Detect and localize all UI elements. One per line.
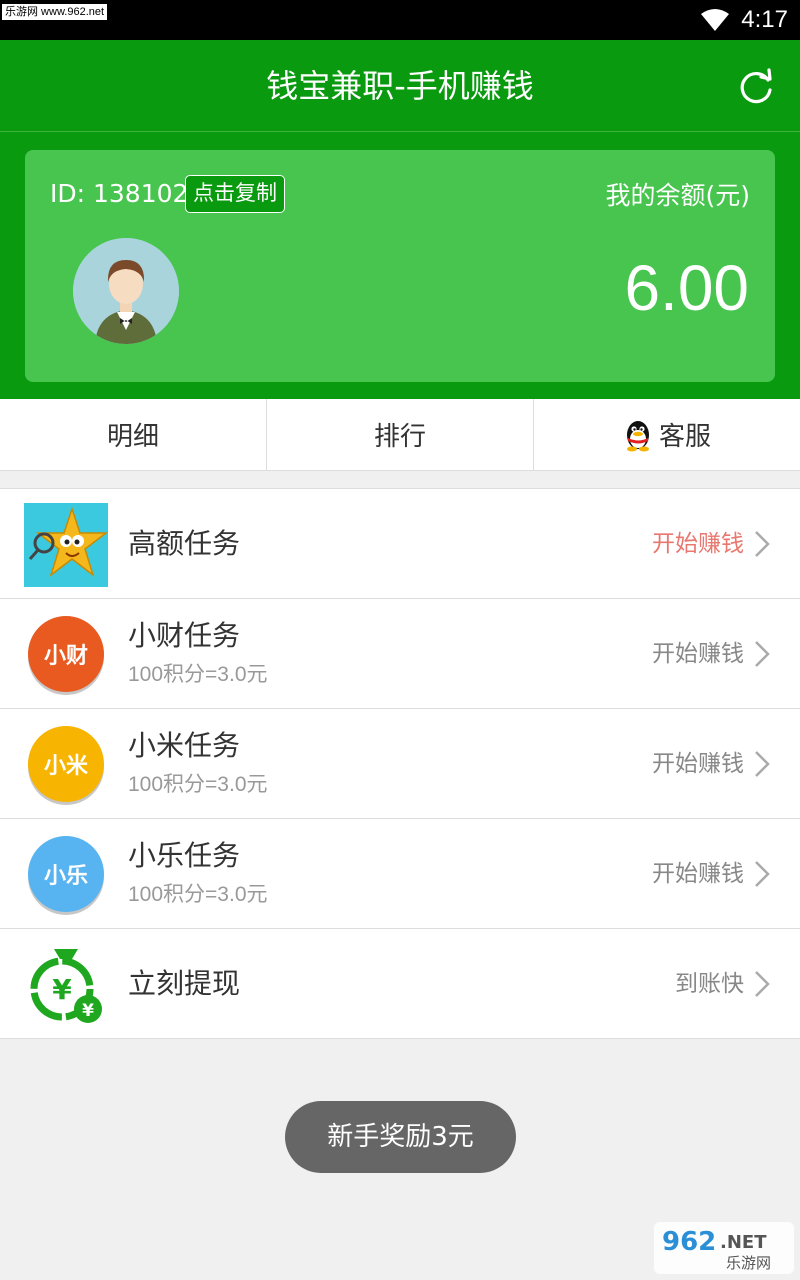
task-rate: 100积分=3.0元 [128, 773, 268, 796]
site-logo-watermark: 962 .NET 乐游网 [654, 1222, 794, 1274]
task-title: 高额任务 [128, 527, 241, 560]
svg-text:乐游网: 乐游网 [726, 1254, 771, 1272]
svg-text:小乐: 小乐 [44, 864, 88, 889]
task-title: 小乐任务 [128, 839, 241, 872]
tab-details[interactable]: 明细 [0, 399, 267, 470]
list-item-xiaocai-task[interactable]: 小财 小财任务 100积分=3.0元 开始赚钱 [0, 599, 800, 709]
account-header: ID: 138102 点击复制 我的余额(元) 6.00 [0, 132, 800, 399]
tab-ranking-label: 排行 [373, 422, 426, 452]
tab-ranking[interactable]: 排行 [267, 399, 534, 470]
site-watermark: 乐游网 www.962.net [2, 4, 108, 20]
svg-text:小财: 小财 [44, 644, 88, 669]
tab-details-label: 明细 [106, 422, 159, 452]
task-title: 立刻提现 [128, 967, 241, 1000]
xiaole-badge-icon: 小乐 [28, 836, 104, 915]
svg-text:962: 962 [662, 1227, 716, 1257]
tab-customer-service-label: 客服 [658, 422, 711, 452]
list-item-xiaole-task[interactable]: 小乐 小乐任务 100积分=3.0元 开始赚钱 [0, 819, 800, 929]
task-rate: 100积分=3.0元 [128, 663, 268, 686]
tab-customer-service[interactable]: 客服 [534, 399, 800, 470]
task-list: 高额任务 开始赚钱 小财 小财任务 100积分=3.0元 开始赚钱 小米 小米任… [0, 488, 800, 1039]
fast-arrival-link[interactable]: 到账快 [675, 969, 744, 999]
star-mascot-icon [24, 503, 108, 587]
start-earning-link[interactable]: 开始赚钱 [652, 749, 744, 779]
chevron-right-icon [755, 751, 770, 777]
toast-message: 新手奖励3元 [285, 1101, 516, 1173]
svg-text:小米: 小米 [44, 754, 89, 779]
list-item-withdraw[interactable]: ¥ ¥ 立刻提现 到账快 [0, 929, 800, 1039]
app-bar: 钱宝兼职-手机赚钱 [0, 40, 800, 132]
chevron-right-icon [755, 971, 770, 997]
page-title: 钱宝兼职-手机赚钱 [266, 67, 534, 105]
balance-label: 我的余额(元) [605, 181, 750, 210]
user-id: ID: 138102 [50, 179, 189, 208]
balance-value: 6.00 [624, 252, 749, 324]
user-avatar-icon [73, 238, 179, 344]
chevron-right-icon [755, 531, 770, 557]
avatar[interactable] [73, 238, 179, 344]
refresh-icon[interactable] [736, 66, 776, 106]
xiaocai-badge-icon: 小财 [28, 616, 104, 695]
list-item-high-task[interactable]: 高额任务 开始赚钱 [0, 489, 800, 599]
start-earning-link[interactable]: 开始赚钱 [652, 859, 744, 889]
action-tabs: 明细 排行 客服 [0, 399, 800, 471]
list-item-xiaomi-task[interactable]: 小米 小米任务 100积分=3.0元 开始赚钱 [0, 709, 800, 819]
copy-id-button[interactable]: 点击复制 [185, 175, 285, 213]
start-earning-link[interactable]: 开始赚钱 [652, 639, 744, 669]
qq-penguin-icon [626, 420, 649, 451]
task-rate: 100积分=3.0元 [128, 883, 268, 906]
task-title: 小米任务 [128, 729, 241, 762]
task-title: 小财任务 [128, 619, 241, 652]
money-bag-icon: ¥ ¥ [30, 949, 102, 1023]
chevron-right-icon [755, 641, 770, 667]
account-card: ID: 138102 点击复制 我的余额(元) 6.00 [25, 150, 775, 382]
xiaomi-badge-icon: 小米 [28, 726, 104, 805]
wifi-icon [701, 9, 729, 31]
clock: 4:17 [741, 6, 788, 33]
chevron-right-icon [755, 861, 770, 887]
svg-text:¥: ¥ [82, 1001, 94, 1021]
svg-text:¥: ¥ [52, 973, 72, 1006]
svg-text:.NET: .NET [720, 1232, 767, 1253]
status-bar: 乐游网 www.962.net 4:17 [0, 0, 800, 40]
start-earning-link[interactable]: 开始赚钱 [652, 529, 744, 559]
